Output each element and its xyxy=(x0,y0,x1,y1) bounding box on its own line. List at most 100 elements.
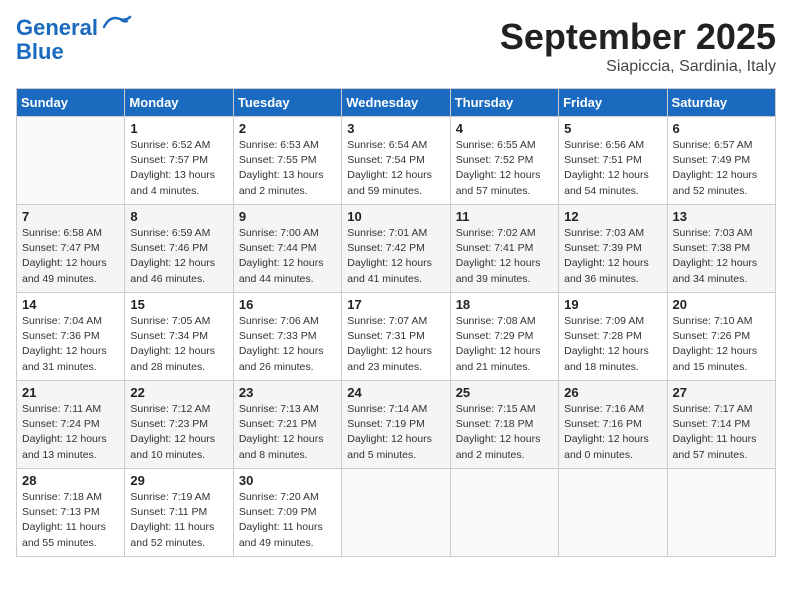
day-number: 23 xyxy=(239,385,336,400)
calendar-cell: 27 Sunrise: 7:17 AM Sunset: 7:14 PM Dayli… xyxy=(667,381,775,469)
weekday-header-sunday: Sunday xyxy=(17,89,125,117)
weekday-header-thursday: Thursday xyxy=(450,89,558,117)
day-number: 21 xyxy=(22,385,119,400)
day-number: 1 xyxy=(130,121,227,136)
day-number: 4 xyxy=(456,121,553,136)
day-info: Sunrise: 7:12 AM Sunset: 7:23 PM Dayligh… xyxy=(130,402,227,463)
calendar-week-row: 1 Sunrise: 6:52 AM Sunset: 7:57 PM Daylig… xyxy=(17,117,776,205)
day-info: Sunrise: 7:18 AM Sunset: 7:13 PM Dayligh… xyxy=(22,490,119,551)
weekday-header-row: SundayMondayTuesdayWednesdayThursdayFrid… xyxy=(17,89,776,117)
calendar-cell: 23 Sunrise: 7:13 AM Sunset: 7:21 PM Dayli… xyxy=(233,381,341,469)
calendar-cell: 8 Sunrise: 6:59 AM Sunset: 7:46 PM Daylig… xyxy=(125,205,233,293)
day-number: 16 xyxy=(239,297,336,312)
month-title: September 2025 xyxy=(500,16,776,58)
calendar-cell xyxy=(667,469,775,557)
day-number: 30 xyxy=(239,473,336,488)
day-number: 26 xyxy=(564,385,661,400)
day-info: Sunrise: 7:15 AM Sunset: 7:18 PM Dayligh… xyxy=(456,402,553,463)
calendar-cell: 28 Sunrise: 7:18 AM Sunset: 7:13 PM Dayli… xyxy=(17,469,125,557)
day-number: 27 xyxy=(673,385,770,400)
location-title: Siapiccia, Sardinia, Italy xyxy=(500,58,776,76)
calendar-body: 1 Sunrise: 6:52 AM Sunset: 7:57 PM Daylig… xyxy=(17,117,776,557)
day-info: Sunrise: 7:06 AM Sunset: 7:33 PM Dayligh… xyxy=(239,314,336,375)
day-number: 8 xyxy=(130,209,227,224)
calendar-cell: 13 Sunrise: 7:03 AM Sunset: 7:38 PM Dayli… xyxy=(667,205,775,293)
day-number: 3 xyxy=(347,121,444,136)
day-number: 20 xyxy=(673,297,770,312)
calendar-cell: 18Sunrise: 7:08 AM Sunset: 7:29 PM Dayli… xyxy=(450,293,558,381)
day-info: Sunrise: 7:14 AM Sunset: 7:19 PM Dayligh… xyxy=(347,402,444,463)
calendar-cell: 19 Sunrise: 7:09 AM Sunset: 7:28 PM Dayli… xyxy=(559,293,667,381)
calendar-cell: 4 Sunrise: 6:55 AM Sunset: 7:52 PM Daylig… xyxy=(450,117,558,205)
calendar-cell xyxy=(450,469,558,557)
day-number: 6 xyxy=(673,121,770,136)
day-info: Sunrise: 6:56 AM Sunset: 7:51 PM Dayligh… xyxy=(564,138,661,199)
calendar-cell: 20 Sunrise: 7:10 AM Sunset: 7:26 PM Dayli… xyxy=(667,293,775,381)
calendar-cell xyxy=(342,469,450,557)
day-info: Sunrise: 7:17 AM Sunset: 7:14 PM Dayligh… xyxy=(673,402,770,463)
day-info: Sunrise: 6:55 AM Sunset: 7:52 PM Dayligh… xyxy=(456,138,553,199)
calendar-cell: 21 Sunrise: 7:11 AM Sunset: 7:24 PM Dayli… xyxy=(17,381,125,469)
day-info: Sunrise: 6:52 AM Sunset: 7:57 PM Dayligh… xyxy=(130,138,227,199)
day-info: Sunrise: 7:01 AM Sunset: 7:42 PM Dayligh… xyxy=(347,226,444,287)
calendar-cell: 22 Sunrise: 7:12 AM Sunset: 7:23 PM Dayli… xyxy=(125,381,233,469)
day-info: Sunrise: 7:07 AM Sunset: 7:31 PM Dayligh… xyxy=(347,314,444,375)
day-info: Sunrise: 7:00 AM Sunset: 7:44 PM Dayligh… xyxy=(239,226,336,287)
day-info: Sunrise: 6:54 AM Sunset: 7:54 PM Dayligh… xyxy=(347,138,444,199)
day-number: 5 xyxy=(564,121,661,136)
day-number: 10 xyxy=(347,209,444,224)
day-info: Sunrise: 7:09 AM Sunset: 7:28 PM Dayligh… xyxy=(564,314,661,375)
calendar-cell: 17 Sunrise: 7:07 AM Sunset: 7:31 PM Dayli… xyxy=(342,293,450,381)
calendar-cell: 14 Sunrise: 7:04 AM Sunset: 7:36 PM Dayli… xyxy=(17,293,125,381)
day-number: 2 xyxy=(239,121,336,136)
day-number: 19 xyxy=(564,297,661,312)
calendar-cell: 15Sunrise: 7:05 AM Sunset: 7:34 PM Dayli… xyxy=(125,293,233,381)
calendar-table: SundayMondayTuesdayWednesdayThursdayFrid… xyxy=(16,88,776,557)
day-info: Sunrise: 7:05 AM Sunset: 7:34 PM Dayligh… xyxy=(130,314,227,375)
calendar-week-row: 14 Sunrise: 7:04 AM Sunset: 7:36 PM Dayli… xyxy=(17,293,776,381)
day-number: 9 xyxy=(239,209,336,224)
calendar-cell: 29 Sunrise: 7:19 AM Sunset: 7:11 PM Dayli… xyxy=(125,469,233,557)
weekday-header-wednesday: Wednesday xyxy=(342,89,450,117)
weekday-header-friday: Friday xyxy=(559,89,667,117)
weekday-header-tuesday: Tuesday xyxy=(233,89,341,117)
day-info: Sunrise: 7:19 AM Sunset: 7:11 PM Dayligh… xyxy=(130,490,227,551)
day-info: Sunrise: 7:04 AM Sunset: 7:36 PM Dayligh… xyxy=(22,314,119,375)
calendar-week-row: 21 Sunrise: 7:11 AM Sunset: 7:24 PM Dayli… xyxy=(17,381,776,469)
day-info: Sunrise: 7:03 AM Sunset: 7:38 PM Dayligh… xyxy=(673,226,770,287)
day-info: Sunrise: 7:10 AM Sunset: 7:26 PM Dayligh… xyxy=(673,314,770,375)
day-info: Sunrise: 6:59 AM Sunset: 7:46 PM Dayligh… xyxy=(130,226,227,287)
calendar-cell: 1 Sunrise: 6:52 AM Sunset: 7:57 PM Daylig… xyxy=(125,117,233,205)
day-number: 25 xyxy=(456,385,553,400)
day-number: 22 xyxy=(130,385,227,400)
day-number: 13 xyxy=(673,209,770,224)
day-number: 14 xyxy=(22,297,119,312)
day-info: Sunrise: 6:58 AM Sunset: 7:47 PM Dayligh… xyxy=(22,226,119,287)
logo-line2: Blue xyxy=(16,40,64,64)
calendar-cell: 26Sunrise: 7:16 AM Sunset: 7:16 PM Dayli… xyxy=(559,381,667,469)
weekday-header-monday: Monday xyxy=(125,89,233,117)
calendar-cell xyxy=(559,469,667,557)
weekday-header-saturday: Saturday xyxy=(667,89,775,117)
day-info: Sunrise: 7:11 AM Sunset: 7:24 PM Dayligh… xyxy=(22,402,119,463)
calendar-cell: 3 Sunrise: 6:54 AM Sunset: 7:54 PM Daylig… xyxy=(342,117,450,205)
calendar-cell: 9 Sunrise: 7:00 AM Sunset: 7:44 PM Daylig… xyxy=(233,205,341,293)
calendar-cell: 24Sunrise: 7:14 AM Sunset: 7:19 PM Dayli… xyxy=(342,381,450,469)
day-number: 7 xyxy=(22,209,119,224)
calendar-cell: 30Sunrise: 7:20 AM Sunset: 7:09 PM Dayli… xyxy=(233,469,341,557)
day-number: 28 xyxy=(22,473,119,488)
day-number: 11 xyxy=(456,209,553,224)
calendar-week-row: 28 Sunrise: 7:18 AM Sunset: 7:13 PM Dayli… xyxy=(17,469,776,557)
day-info: Sunrise: 6:53 AM Sunset: 7:55 PM Dayligh… xyxy=(239,138,336,199)
day-info: Sunrise: 6:57 AM Sunset: 7:49 PM Dayligh… xyxy=(673,138,770,199)
day-info: Sunrise: 7:02 AM Sunset: 7:41 PM Dayligh… xyxy=(456,226,553,287)
day-info: Sunrise: 7:13 AM Sunset: 7:21 PM Dayligh… xyxy=(239,402,336,463)
day-number: 17 xyxy=(347,297,444,312)
day-number: 29 xyxy=(130,473,227,488)
calendar-cell: 12Sunrise: 7:03 AM Sunset: 7:39 PM Dayli… xyxy=(559,205,667,293)
calendar-cell: 11 Sunrise: 7:02 AM Sunset: 7:41 PM Dayli… xyxy=(450,205,558,293)
logo: General Blue xyxy=(16,16,132,64)
calendar-cell: 7 Sunrise: 6:58 AM Sunset: 7:47 PM Daylig… xyxy=(17,205,125,293)
day-info: Sunrise: 7:03 AM Sunset: 7:39 PM Dayligh… xyxy=(564,226,661,287)
logo-text: General xyxy=(16,16,98,40)
